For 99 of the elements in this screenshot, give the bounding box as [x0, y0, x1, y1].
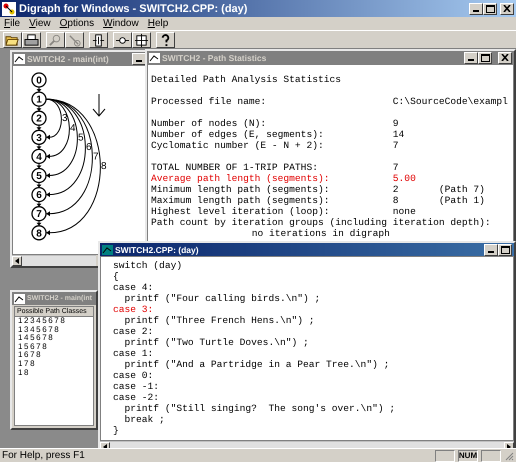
grid-icon [134, 32, 149, 46]
menu-item[interactable]: Options [60, 18, 94, 29]
window-icon [102, 244, 113, 254]
stat-text: no iterations in digraph [252, 228, 390, 239]
maximize-icon[interactable] [498, 244, 512, 256]
window-title: SWITCH2 - main(int) [27, 54, 110, 64]
code-line: } [113, 425, 119, 436]
status-indicator: NUM [458, 450, 478, 462]
menu-item[interactable]: View [29, 18, 51, 29]
scroll-left-icon[interactable] [12, 256, 22, 266]
stat-value: none [392, 206, 417, 217]
path-class-item[interactable]: 178 [18, 360, 36, 369]
stat-value: 7 [392, 140, 400, 151]
stat-value: 2 [392, 184, 400, 195]
menu-item[interactable]: File [4, 18, 20, 29]
magnifier-icon [48, 32, 63, 46]
graph-node[interactable]: 0 [31, 72, 47, 88]
code-line: case -2: [113, 392, 160, 403]
maximize-icon[interactable] [483, 2, 497, 14]
status-text: For Help, press F1 [2, 450, 86, 461]
status-pane [481, 450, 501, 462]
window-title-bar[interactable]: SWITCH2.CPP: (day) [100, 243, 514, 256]
toolbar-button[interactable] [3, 32, 22, 48]
code-line: printf ("And a Partridge in a Pear Tree.\n") ; [124, 359, 390, 370]
minimize-icon[interactable] [132, 52, 146, 64]
stat-value: 9 [392, 118, 400, 129]
app-title: Digraph for Windows - SWITCH2.CPP: (day) [19, 2, 248, 14]
code-line: printf ("Three French Hens.\n") ; [124, 315, 315, 326]
code-line: case 4: [113, 282, 154, 293]
path-class-item[interactable]: 1345678 [18, 326, 60, 334]
stat-label: Average path length (segments): [151, 173, 330, 184]
scrollbar[interactable] [12, 255, 96, 266]
stat-label: TOTAL NUMBER OF 1-TRIP PATHS: [151, 162, 319, 173]
graph-node[interactable]: 2 [31, 110, 47, 126]
status-pane [435, 450, 455, 462]
menu-item[interactable]: Window [103, 18, 139, 29]
code-line: break ; [124, 414, 165, 425]
code-line: printf ("Four calling birds.\n") ; [124, 293, 320, 304]
code-line: case 0: [113, 370, 154, 381]
app-icon [2, 2, 16, 16]
path-class-item[interactable]: 12345678 [18, 317, 66, 326]
path-class-item[interactable]: 18 [18, 368, 30, 378]
maximize-icon[interactable] [478, 52, 492, 64]
minimize-icon[interactable] [464, 52, 478, 64]
stat-text: Detailed Path Analysis Statistics [151, 74, 341, 85]
window-title: SWITCH2.CPP: (day) [115, 244, 200, 254]
close-icon[interactable] [498, 52, 512, 64]
graph-node[interactable]: 3 [31, 130, 47, 145]
toolbar-button[interactable] [22, 32, 41, 48]
edge-arrow [36, 201, 42, 207]
code-line: { [113, 271, 119, 282]
stat-label: Processed file name: [151, 96, 268, 107]
stat-label: Cyclomatic number (E - N + 2): [151, 140, 325, 151]
stat-label: Maximum length path (segments): [151, 195, 330, 206]
path-class-item[interactable]: 145678 [18, 334, 54, 343]
close-icon[interactable] [500, 2, 514, 14]
window-title: SWITCH2 - Path Statistics [162, 52, 268, 62]
code-line: switch (day) [113, 260, 182, 271]
code-line: case -1: [113, 381, 160, 392]
graph-node[interactable]: 7 [31, 206, 47, 222]
graph-node[interactable]: 1 [31, 91, 47, 107]
stat-value: 14 [392, 129, 406, 140]
stat-value: 8 [392, 195, 400, 206]
stat-label: Minimum length path (segments): [151, 184, 330, 195]
down-arrow-icon [92, 94, 106, 117]
wand-icon [67, 32, 82, 46]
minimize-icon[interactable] [484, 244, 498, 256]
toolbar-button[interactable] [156, 32, 175, 48]
path-class-item[interactable]: 1678 [18, 351, 42, 360]
code-line: printf ("Two Turtle Doves.\n") ; [124, 337, 309, 348]
stat-value: 5.00 [392, 173, 417, 184]
toolbar-button[interactable] [89, 32, 108, 48]
graph-node[interactable]: 5 [31, 168, 47, 184]
code-line: case 3: [113, 304, 154, 315]
stat-value: 7 [392, 162, 400, 173]
graph-node[interactable]: 6 [31, 186, 47, 202]
graph-node[interactable]: 8 [31, 225, 47, 240]
stat-value: C:\SourceCode\exampl [392, 96, 508, 107]
stat-label: Number of nodes (N): [151, 118, 268, 129]
stat-label: Highest level iteration (loop): [151, 206, 330, 217]
code-line: case 1: [113, 348, 154, 359]
stat-note: (Path 7) [438, 184, 485, 195]
graph-icon [91, 32, 106, 46]
code-line: case 2: [113, 326, 154, 337]
toolbar-button[interactable] [113, 32, 132, 48]
toolbar-button[interactable] [132, 32, 151, 48]
stat-label: Number of edges (E, segments): [151, 129, 325, 140]
stat-text: Path count by iteration groups (including iteration depth): [151, 217, 491, 228]
minimize-icon[interactable] [469, 2, 483, 14]
edge-arrow [36, 106, 42, 112]
graph-node[interactable]: 4 [31, 148, 47, 164]
window-icon [14, 294, 25, 304]
stat-note: (Path 1) [438, 195, 485, 206]
printer-icon [24, 32, 39, 46]
code-line: printf ("Still singing? The song's over.\n") ; [124, 403, 396, 414]
menu-item[interactable]: Help [148, 18, 168, 29]
resize-grip-icon [504, 450, 514, 460]
labeled-edge: 3 [46, 98, 68, 140]
path-class-item[interactable]: 15678 [18, 342, 48, 352]
